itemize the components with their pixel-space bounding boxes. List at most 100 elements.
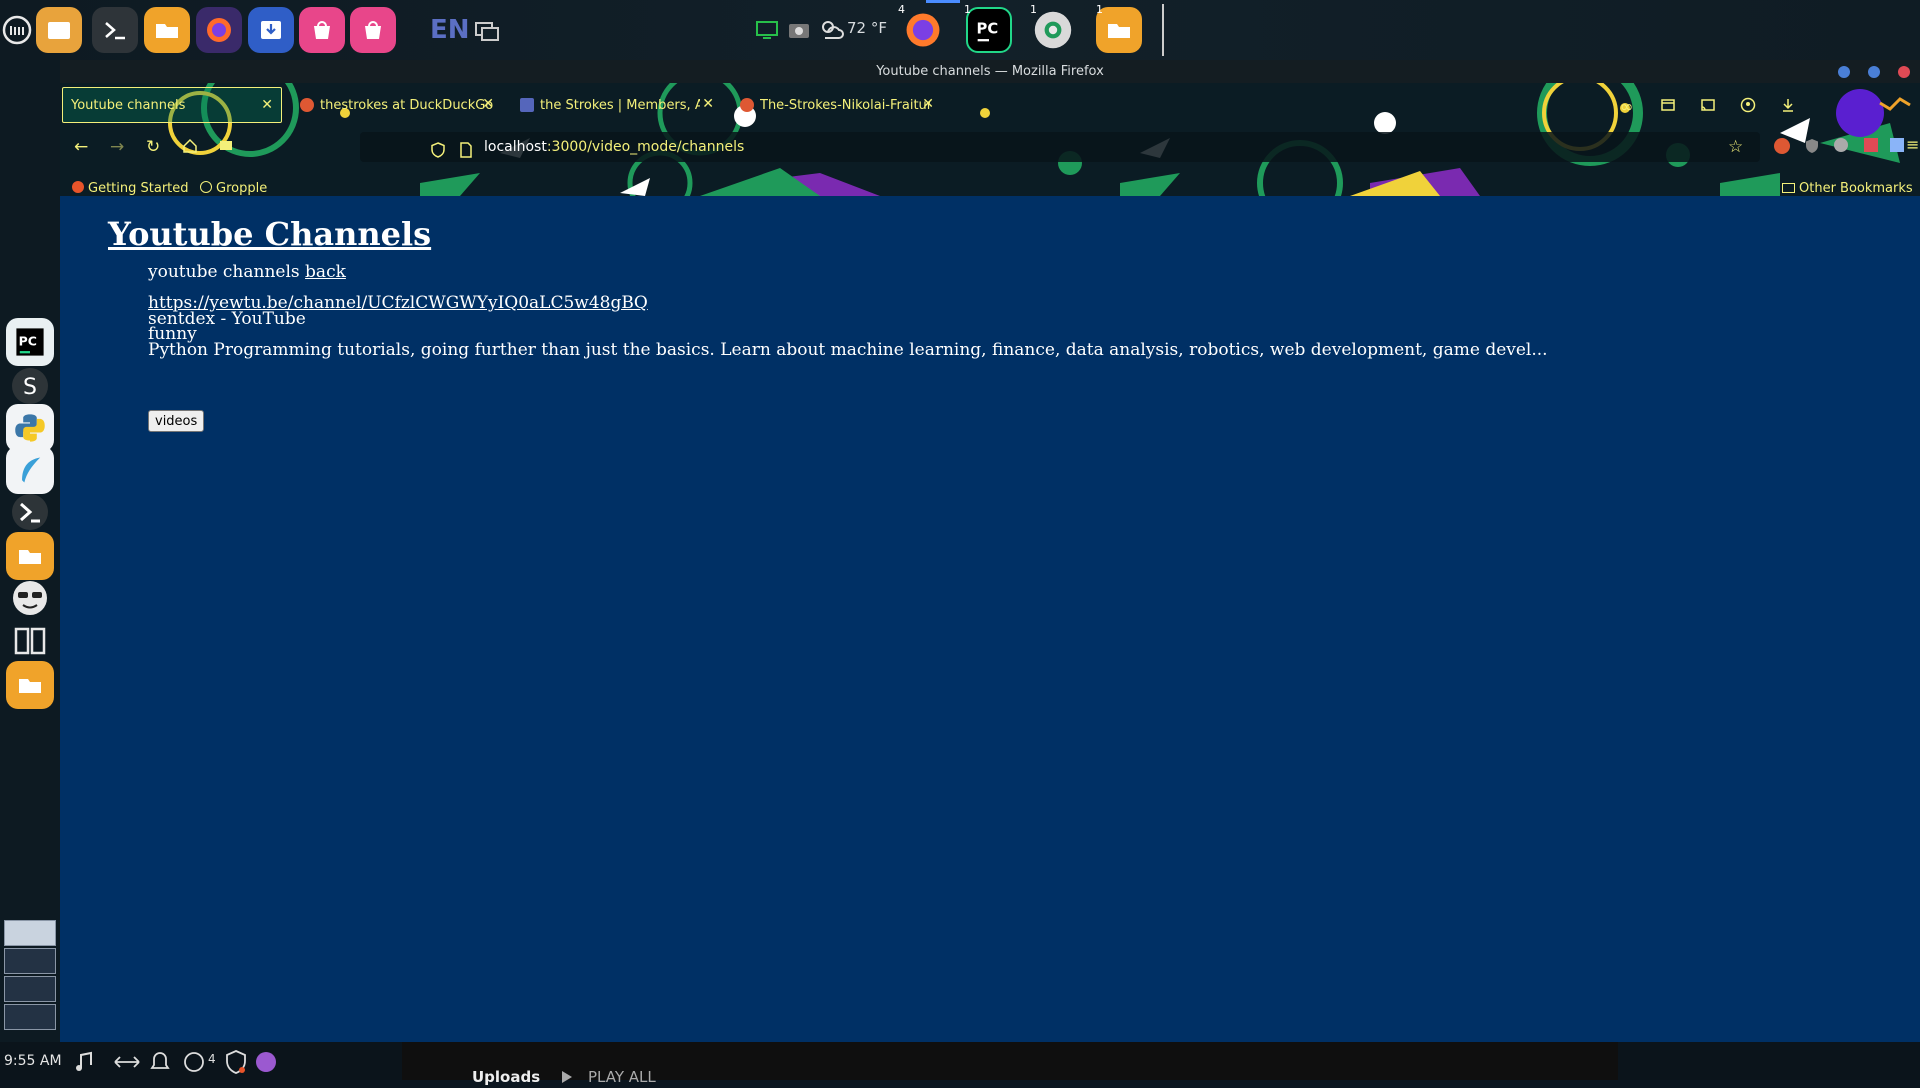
home-icon[interactable] [182, 138, 198, 158]
store-icon[interactable] [299, 7, 345, 53]
browser-toolbar: Youtube channels ✕ thestrokes at DuckDuc… [60, 83, 1920, 196]
network-arrows-icon[interactable] [112, 1050, 142, 1078]
active-window-indicator [926, 0, 960, 3]
forward-icon[interactable]: → [110, 137, 124, 157]
url-bar[interactable]: localhost:3000/video_mode/channels ☆ [360, 132, 1760, 162]
tab-close-icon[interactable]: ✕ [261, 97, 273, 113]
notes-icon[interactable] [218, 138, 234, 158]
videos-button[interactable]: videos [148, 410, 205, 432]
ublock-icon[interactable] [1804, 138, 1820, 158]
page-content: Youtube Channels youtube channels back h… [60, 196, 1920, 1042]
window-title: Youtube channels — Mozilla Firefox [60, 60, 1920, 83]
extension-icon-2[interactable] [1864, 138, 1878, 152]
files-icon[interactable] [36, 7, 82, 53]
sleep-icon[interactable] [256, 1052, 276, 1072]
python-dock-icon[interactable] [6, 404, 54, 452]
folder-dock-icon-2[interactable] [6, 661, 54, 709]
tab-youtube-channels[interactable]: Youtube channels ✕ [62, 87, 282, 123]
tab-strokes-members[interactable]: the Strokes | Members, Alb ✕ [512, 87, 722, 123]
tab-label: The-Strokes-Nikolai-Fraiture [760, 97, 930, 113]
tab-label: Youtube channels [71, 97, 186, 113]
language-indicator[interactable]: EN [430, 15, 470, 45]
svg-text:PC: PC [977, 20, 999, 37]
tab-duckduckgo[interactable]: thestrokes at DuckDuckGo ✕ [292, 87, 502, 123]
containers-icon[interactable] [1660, 97, 1676, 117]
intro-text: youtube channels [148, 262, 300, 282]
menu-icon[interactable]: ≡ [1906, 135, 1919, 154]
firefox-bookmark-icon [72, 181, 84, 193]
reload-icon[interactable]: ↻ [146, 137, 160, 157]
clock[interactable]: 9:55 AM [4, 1053, 62, 1069]
downloads-icon[interactable] [1780, 97, 1796, 117]
screenshot-icon[interactable] [784, 7, 814, 53]
workspace-4[interactable] [4, 1004, 56, 1030]
sunglasses-dock-icon[interactable] [6, 574, 54, 622]
downloader-icon[interactable] [248, 7, 294, 53]
panel-separator [1162, 4, 1164, 56]
firefox-taskbar-icon[interactable] [900, 7, 946, 53]
s-dock-icon[interactable]: S [6, 362, 54, 410]
updates-icon[interactable] [180, 1048, 208, 1080]
firefox-window-count: 4 [898, 3, 905, 16]
settings-window-count: 1 [1030, 3, 1037, 16]
monitor-icon[interactable] [752, 7, 782, 53]
folder-bookmark-icon [1782, 183, 1795, 193]
folder-window-count: 1 [1096, 3, 1103, 16]
extension-icon-3[interactable] [1890, 138, 1904, 152]
terminal-icon[interactable] [92, 7, 138, 53]
tab-strokes-nikolai[interactable]: The-Strokes-Nikolai-Fraiture ✕ [732, 87, 942, 123]
firefox-icon[interactable] [196, 7, 242, 53]
back-link[interactable]: back [305, 262, 346, 282]
folder-dock-icon[interactable] [6, 532, 54, 580]
page-icon[interactable] [458, 139, 474, 169]
mint-menu-icon[interactable] [0, 13, 34, 47]
extensions-icon[interactable]: ∞ [1620, 97, 1633, 116]
cast-icon[interactable] [1700, 97, 1716, 117]
shield-icon[interactable] [222, 1048, 250, 1080]
bookmark-gropple[interactable]: Gropple [200, 181, 267, 196]
store-icon-2[interactable] [350, 7, 396, 53]
maximize-button[interactable] [1868, 66, 1880, 78]
terminal-dock-icon[interactable] [6, 488, 54, 536]
tab-close-icon[interactable]: ✕ [922, 96, 934, 112]
duckduckgo-extension-icon[interactable] [1774, 138, 1790, 154]
tracking-shield-icon[interactable] [430, 139, 446, 169]
bookmark-star-icon[interactable]: ☆ [1728, 132, 1743, 162]
pycharm-dock-icon[interactable]: PC [6, 318, 54, 366]
play-icon [560, 1069, 574, 1088]
workspace-1[interactable] [4, 920, 56, 946]
tab-label: thestrokes at DuckDuckGo [320, 97, 494, 113]
weather-temperature: 72 °F [847, 19, 887, 37]
weather-icon[interactable] [814, 7, 848, 53]
book-dock-icon[interactable] [6, 616, 54, 664]
account-icon[interactable] [1740, 97, 1756, 117]
feather-dock-icon[interactable] [6, 446, 54, 494]
tab-close-icon[interactable]: ✕ [482, 96, 494, 112]
left-dock: PC S [0, 60, 60, 1043]
window-switch-icon[interactable] [470, 7, 504, 53]
duckduckgo-icon [740, 98, 754, 112]
url-text[interactable]: localhost:3000/video_mode/channels [484, 132, 744, 162]
top-panel: EN 72 °F 4 PC 1 1 1 [0, 0, 1920, 60]
updates-count: 4 [208, 1052, 216, 1066]
pycharm-icon[interactable]: PC [966, 7, 1012, 53]
tab-close-icon[interactable]: ✕ [702, 96, 714, 112]
youtube-background-strip [402, 1042, 1618, 1080]
folder-icon[interactable] [144, 7, 190, 53]
notification-bell-icon[interactable] [146, 1050, 174, 1078]
other-bookmarks[interactable]: Other Bookmarks [1782, 181, 1913, 196]
minimize-button[interactable] [1838, 66, 1850, 78]
extension-icon[interactable] [1834, 138, 1848, 152]
pycharm-window-count: 1 [964, 3, 971, 16]
close-window-button[interactable] [1898, 66, 1910, 78]
workspace-3[interactable] [4, 976, 56, 1002]
workspace-2[interactable] [4, 948, 56, 974]
svg-text:PC: PC [19, 333, 37, 348]
uploads-label: Uploads [472, 1068, 541, 1086]
tab-label: the Strokes | Members, Alb [540, 97, 700, 113]
duckduckgo-icon [300, 98, 314, 112]
intro-line: youtube channels back [148, 262, 346, 282]
back-icon[interactable]: ← [74, 137, 88, 157]
music-note-icon[interactable] [72, 1050, 96, 1078]
bookmark-getting-started[interactable]: Getting Started [72, 181, 189, 196]
